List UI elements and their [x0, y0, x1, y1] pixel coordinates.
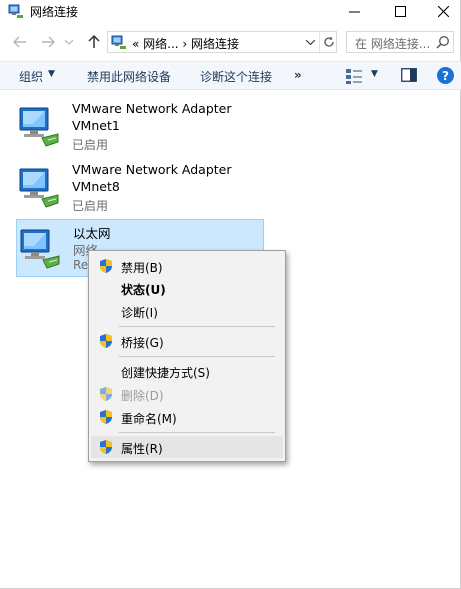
- close-button[interactable]: [420, 0, 461, 22]
- connection-status: 已启用: [72, 199, 109, 213]
- connection-device: VMnet8: [72, 179, 120, 194]
- diagnose-connection-button[interactable]: 诊断这个连接: [200, 68, 272, 85]
- menu-item-properties[interactable]: 属性(R): [91, 436, 283, 458]
- connection-name: VMware Network Adapter: [72, 162, 232, 177]
- menu-item-rename[interactable]: 重命名(M): [91, 406, 283, 428]
- network-adapter-icon: [20, 229, 60, 269]
- maximize-button[interactable]: [377, 0, 423, 22]
- network-connections-window: 网络连接 « 网络... › 网络连接 在 网络连接... 组织 ▼ 禁用此网络…: [0, 0, 461, 589]
- arrow-up-icon: [88, 35, 100, 48]
- title-bar: 网络连接: [0, 0, 461, 22]
- address-bar[interactable]: « 网络... › 网络连接: [107, 31, 337, 53]
- address-path: « 网络... › 网络连接: [132, 37, 240, 51]
- back-button[interactable]: [10, 32, 30, 52]
- shield-icon: [100, 334, 112, 348]
- menu-item-label: 状态(U): [121, 283, 166, 297]
- network-connections-icon: [8, 4, 23, 18]
- minimize-icon: [348, 11, 360, 12]
- menu-item-delete: 删除(D): [91, 383, 283, 405]
- menu-item-label: 禁用(B): [121, 261, 163, 275]
- organize-dropdown-icon: ▼: [48, 69, 55, 79]
- menu-item-label: 创建快捷方式(S): [121, 366, 210, 380]
- shield-icon: [100, 259, 112, 273]
- search-icon: [436, 36, 449, 49]
- arrow-right-icon: [42, 36, 55, 48]
- shield-icon: [100, 440, 112, 454]
- menu-item-label: 删除(D): [121, 389, 164, 403]
- menu-separator: [119, 326, 275, 327]
- connection-status: 已启用: [72, 138, 109, 152]
- search-placeholder: 在 网络连接...: [355, 37, 431, 51]
- menu-item-status[interactable]: 状态(U): [91, 277, 283, 299]
- navigation-bar: « 网络... › 网络连接 在 网络连接...: [0, 26, 461, 58]
- connection-name: VMware Network Adapter: [72, 101, 232, 116]
- refresh-button[interactable]: [319, 32, 337, 52]
- network-adapter-icon: [19, 107, 59, 147]
- chevron-down-icon: [65, 39, 73, 45]
- refresh-icon: [323, 36, 334, 47]
- menu-item-disable[interactable]: 禁用(B): [91, 255, 283, 277]
- network-folder-icon: [111, 35, 126, 49]
- menu-item-label: 诊断(I): [121, 306, 158, 320]
- recent-locations-button[interactable]: [62, 32, 76, 52]
- search-input[interactable]: 在 网络连接...: [346, 31, 454, 53]
- up-button[interactable]: [84, 32, 104, 52]
- window-title: 网络连接: [30, 5, 79, 19]
- chevron-down-icon: [305, 39, 315, 45]
- menu-item-diagnose[interactable]: 诊断(I): [91, 300, 283, 322]
- connection-device: Re: [73, 258, 89, 272]
- shield-icon: [100, 410, 112, 424]
- change-view-icon[interactable]: [345, 67, 363, 85]
- command-bar: 组织 ▼ 禁用此网络设备 诊断这个连接 » ▼ ?: [0, 61, 461, 90]
- close-icon: [437, 5, 449, 17]
- address-dropdown-button[interactable]: [300, 32, 320, 52]
- context-menu: 禁用(B) 状态(U) 诊断(I) 桥接(G) 创建快捷方式(S) 删除(D) …: [88, 250, 286, 462]
- menu-item-label: 桥接(G): [121, 336, 164, 350]
- menu-item-label: 属性(R): [121, 442, 163, 456]
- preview-pane-icon[interactable]: [401, 68, 417, 82]
- menu-item-label: 重命名(M): [121, 412, 177, 426]
- minimize-button[interactable]: [331, 0, 377, 22]
- network-adapter-icon: [19, 168, 59, 208]
- shield-icon: [100, 387, 112, 401]
- forward-button[interactable]: [38, 32, 58, 52]
- maximize-icon: [394, 5, 406, 17]
- more-commands-button[interactable]: »: [294, 68, 302, 82]
- menu-separator: [119, 356, 275, 357]
- organize-menu[interactable]: 组织: [19, 68, 43, 85]
- view-options-dropdown-icon[interactable]: ▼: [371, 69, 378, 79]
- disable-device-button[interactable]: 禁用此网络设备: [87, 68, 171, 85]
- arrow-left-icon: [13, 36, 26, 48]
- menu-separator: [119, 432, 275, 433]
- connection-device: VMnet1: [72, 118, 120, 133]
- menu-item-create-shortcut[interactable]: 创建快捷方式(S): [91, 360, 283, 382]
- menu-item-bridge[interactable]: 桥接(G): [91, 330, 283, 352]
- help-button[interactable]: ?: [437, 67, 454, 84]
- connection-item-vmnet1[interactable]: VMware Network Adapter VMnet1 已启用: [16, 98, 264, 154]
- connection-item-vmnet8[interactable]: VMware Network Adapter VMnet8 已启用: [16, 159, 264, 215]
